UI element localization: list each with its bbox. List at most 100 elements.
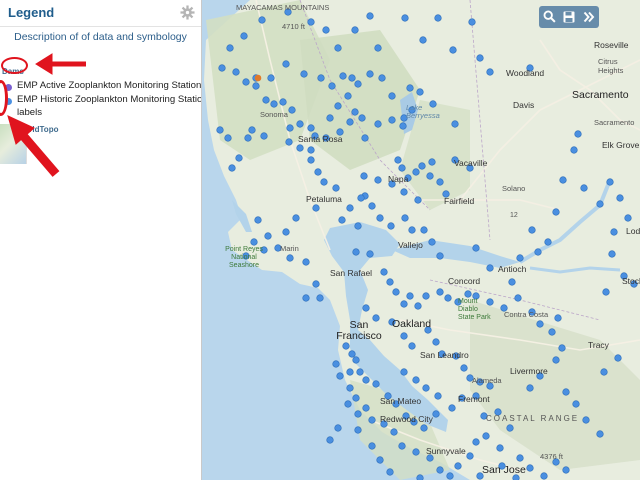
station-marker[interactable] — [260, 132, 268, 140]
station-marker[interactable] — [610, 228, 618, 236]
station-marker[interactable] — [400, 332, 408, 340]
station-marker[interactable] — [378, 74, 386, 82]
station-marker[interactable] — [374, 120, 382, 128]
station-marker[interactable] — [372, 380, 380, 388]
station-marker[interactable] — [514, 294, 522, 302]
station-marker[interactable] — [286, 124, 294, 132]
station-marker[interactable] — [416, 88, 424, 96]
station-marker[interactable] — [346, 368, 354, 376]
station-marker[interactable] — [358, 114, 366, 122]
map-view[interactable]: MAYACAMAS MOUNTAINS 4710 ft Roseville Ci… — [202, 0, 640, 480]
station-marker[interactable] — [328, 82, 336, 90]
station-marker[interactable] — [326, 114, 334, 122]
station-marker[interactable] — [616, 194, 624, 202]
station-marker[interactable] — [344, 400, 352, 408]
station-marker[interactable] — [552, 208, 560, 216]
station-marker[interactable] — [296, 120, 304, 128]
station-marker[interactable] — [562, 388, 570, 396]
station-marker[interactable] — [242, 78, 250, 86]
station-marker[interactable] — [344, 92, 352, 100]
station-marker[interactable] — [286, 254, 294, 262]
station-marker[interactable] — [386, 468, 394, 476]
station-marker[interactable] — [232, 68, 240, 76]
station-marker[interactable] — [436, 252, 444, 260]
station-marker[interactable] — [228, 164, 236, 172]
station-marker[interactable] — [307, 146, 315, 154]
station-marker[interactable] — [235, 154, 243, 162]
station-marker[interactable] — [244, 134, 252, 142]
station-marker[interactable] — [361, 134, 369, 142]
station-marker[interactable] — [332, 184, 340, 192]
station-marker[interactable] — [476, 54, 484, 62]
station-marker[interactable] — [444, 294, 452, 302]
station-marker[interactable] — [387, 222, 395, 230]
station-marker[interactable] — [436, 288, 444, 296]
station-marker[interactable] — [408, 342, 416, 350]
station-marker[interactable] — [540, 472, 548, 480]
station-marker[interactable] — [419, 36, 427, 44]
station-marker[interactable] — [386, 278, 394, 286]
station-marker[interactable] — [312, 280, 320, 288]
station-marker[interactable] — [432, 338, 440, 346]
station-marker[interactable] — [398, 164, 406, 172]
station-marker[interactable] — [606, 178, 614, 186]
station-marker[interactable] — [362, 304, 370, 312]
station-marker[interactable] — [356, 368, 364, 376]
station-marker[interactable] — [434, 14, 442, 22]
station-marker[interactable] — [412, 448, 420, 456]
station-marker[interactable] — [322, 26, 330, 34]
station-marker[interactable] — [352, 394, 360, 402]
station-marker[interactable] — [496, 444, 504, 452]
station-marker[interactable] — [558, 344, 566, 352]
station-marker[interactable] — [399, 122, 407, 130]
station-marker[interactable] — [508, 278, 516, 286]
station-marker[interactable] — [314, 168, 322, 176]
station-marker[interactable] — [449, 46, 457, 54]
station-marker[interactable] — [376, 456, 384, 464]
station-marker[interactable] — [288, 106, 296, 114]
station-marker[interactable] — [270, 100, 278, 108]
station-marker[interactable] — [418, 162, 426, 170]
station-marker[interactable] — [544, 238, 552, 246]
station-marker[interactable] — [248, 126, 256, 134]
station-marker[interactable] — [354, 426, 362, 434]
station-marker[interactable] — [332, 360, 340, 368]
station-marker[interactable] — [432, 410, 440, 418]
station-marker[interactable] — [390, 428, 398, 436]
station-marker[interactable] — [376, 214, 384, 222]
station-marker[interactable] — [279, 98, 287, 106]
station-marker[interactable] — [466, 452, 474, 460]
station-marker[interactable] — [448, 404, 456, 412]
station-marker[interactable] — [614, 354, 622, 362]
station-marker[interactable] — [536, 320, 544, 328]
station-marker[interactable] — [336, 372, 344, 380]
station-marker[interactable] — [426, 172, 434, 180]
station-marker[interactable] — [334, 424, 342, 432]
station-marker[interactable] — [422, 384, 430, 392]
station-marker[interactable] — [224, 134, 232, 142]
station-marker[interactable] — [351, 108, 359, 116]
station-marker[interactable] — [388, 116, 396, 124]
station-marker[interactable] — [451, 120, 459, 128]
station-marker[interactable] — [401, 214, 409, 222]
station-marker[interactable] — [482, 432, 490, 440]
station-marker[interactable] — [400, 188, 408, 196]
station-marker[interactable] — [362, 376, 370, 384]
station-marker[interactable] — [240, 32, 248, 40]
station-marker[interactable] — [398, 442, 406, 450]
station-marker[interactable] — [354, 80, 362, 88]
station-marker[interactable] — [562, 466, 570, 474]
station-marker[interactable] — [368, 202, 376, 210]
station-marker[interactable] — [596, 200, 604, 208]
station-marker[interactable] — [264, 232, 272, 240]
station-marker[interactable] — [296, 144, 304, 152]
station-marker[interactable] — [250, 238, 258, 246]
station-marker[interactable] — [526, 464, 534, 472]
station-marker[interactable] — [394, 156, 402, 164]
station-marker[interactable] — [254, 216, 262, 224]
save-button[interactable] — [559, 6, 579, 28]
station-marker[interactable] — [360, 172, 368, 180]
station-marker[interactable] — [600, 368, 608, 376]
station-marker[interactable] — [434, 392, 442, 400]
station-marker-active[interactable] — [254, 74, 262, 82]
